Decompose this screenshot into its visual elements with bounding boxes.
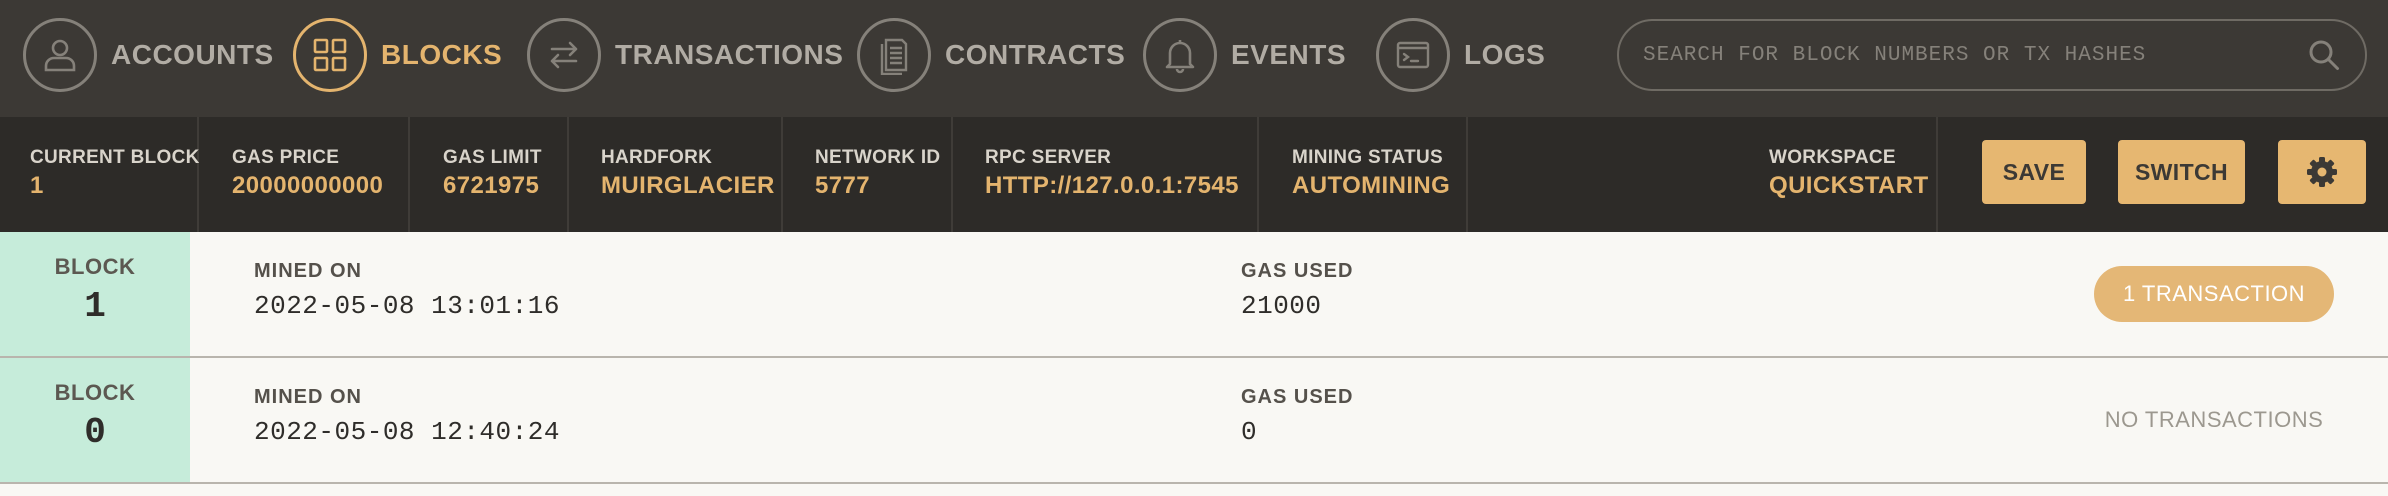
nav-transactions[interactable]: TRANSACTIONS — [527, 18, 843, 92]
rpc-server-label: RPC SERVER — [985, 147, 1112, 168]
gas-used-field: GAS USED 21000 — [1241, 260, 1353, 321]
swap-arrows-icon — [527, 18, 601, 92]
mining-status-label: MINING STATUS — [1292, 147, 1443, 168]
block-number-cell: BLOCK 0 — [0, 358, 190, 482]
current-block-value: 1 — [30, 172, 44, 199]
nav-logs[interactable]: LOGS — [1376, 18, 1545, 92]
mining-status-stat: MINING STATUS AUTOMINING — [1259, 117, 1468, 232]
document-icon — [857, 18, 931, 92]
hardfork-value: MUIRGLACIER — [601, 172, 775, 199]
current-block-stat: CURRENT BLOCK 1 — [0, 117, 199, 232]
search-box — [1617, 19, 2367, 91]
rpc-server-stat: RPC SERVER HTTP://127.0.0.1:7545 — [953, 117, 1259, 232]
nav-events-label: EVENTS — [1231, 39, 1347, 70]
block-label: BLOCK — [54, 254, 136, 279]
workspace-stat: WORKSPACE QUICKSTART — [1738, 117, 1938, 232]
gas-price-stat: GAS PRICE 20000000000 — [199, 117, 410, 232]
nav-logs-label: LOGS — [1464, 39, 1546, 70]
gas-used-value: 21000 — [1241, 291, 1322, 321]
gas-used-value: 0 — [1241, 417, 1258, 447]
mined-on-field: MINED ON 2022-05-08 12:40:24 — [254, 386, 560, 447]
mined-on-field: MINED ON 2022-05-08 13:01:16 — [254, 260, 560, 321]
switch-button[interactable]: SWITCH — [2118, 140, 2245, 204]
search-input[interactable] — [1643, 43, 2307, 67]
block-number: 0 — [84, 412, 106, 453]
gas-used-field: GAS USED 0 — [1241, 386, 1353, 447]
nav-accounts[interactable]: ACCOUNTS — [23, 18, 274, 92]
mined-on-value: 2022-05-08 12:40:24 — [254, 417, 560, 447]
user-icon — [23, 18, 97, 92]
mined-on-value: 2022-05-08 13:01:16 — [254, 291, 560, 321]
workspace-value: QUICKSTART — [1769, 172, 1929, 199]
nav-accounts-label: ACCOUNTS — [111, 39, 274, 70]
transaction-count-badge[interactable]: 1 TRANSACTION — [2094, 266, 2334, 322]
nav-blocks[interactable]: BLOCKS — [293, 18, 502, 92]
hardfork-stat: HARDFORK MUIRGLACIER — [569, 117, 783, 232]
gas-price-value: 20000000000 — [232, 172, 384, 199]
gas-limit-value: 6721975 — [443, 172, 540, 199]
no-transactions-text: NO TRANSACTIONS — [2104, 407, 2324, 432]
gas-used-label: GAS USED — [1241, 386, 1354, 408]
gas-price-label: GAS PRICE — [232, 147, 340, 168]
hardfork-label: HARDFORK — [601, 147, 713, 168]
nav-contracts-label: CONTRACTS — [945, 39, 1126, 70]
current-block-label: CURRENT BLOCK — [30, 147, 200, 168]
mining-status-value: AUTOMINING — [1292, 172, 1451, 199]
nav-events[interactable]: EVENTS — [1143, 18, 1346, 92]
block-number-cell: BLOCK 1 — [0, 232, 190, 356]
block-label: BLOCK — [54, 380, 136, 405]
gas-limit-label: GAS LIMIT — [443, 147, 542, 168]
gas-used-label: GAS USED — [1241, 260, 1354, 282]
workspace-label: WORKSPACE — [1769, 147, 1896, 168]
bell-icon — [1143, 18, 1217, 92]
nav-blocks-label: BLOCKS — [381, 39, 503, 70]
nav-transactions-label: TRANSACTIONS — [615, 39, 844, 70]
gear-icon — [2307, 157, 2337, 187]
block-row[interactable]: BLOCK 0 MINED ON 2022-05-08 12:40:24 GAS… — [0, 358, 2388, 484]
block-row[interactable]: BLOCK 1 MINED ON 2022-05-08 13:01:16 GAS… — [0, 232, 2388, 358]
mined-on-label: MINED ON — [254, 260, 362, 282]
terminal-icon — [1376, 18, 1450, 92]
save-button[interactable]: SAVE — [1982, 140, 2086, 204]
network-id-value: 5777 — [815, 172, 870, 199]
mined-on-label: MINED ON — [254, 386, 362, 408]
rpc-server-value: HTTP://127.0.0.1:7545 — [985, 172, 1239, 199]
block-number: 1 — [84, 286, 106, 327]
gas-limit-stat: GAS LIMIT 6721975 — [410, 117, 569, 232]
search-icon[interactable] — [2307, 38, 2341, 72]
settings-button[interactable] — [2278, 140, 2366, 204]
top-navigation: ACCOUNTS BLOCKS TRANSACTIONS CONTRACTS E… — [0, 0, 2388, 117]
grid-icon — [293, 18, 367, 92]
nav-contracts[interactable]: CONTRACTS — [857, 18, 1125, 92]
network-id-label: NETWORK ID — [815, 147, 941, 168]
network-id-stat: NETWORK ID 5777 — [783, 117, 953, 232]
